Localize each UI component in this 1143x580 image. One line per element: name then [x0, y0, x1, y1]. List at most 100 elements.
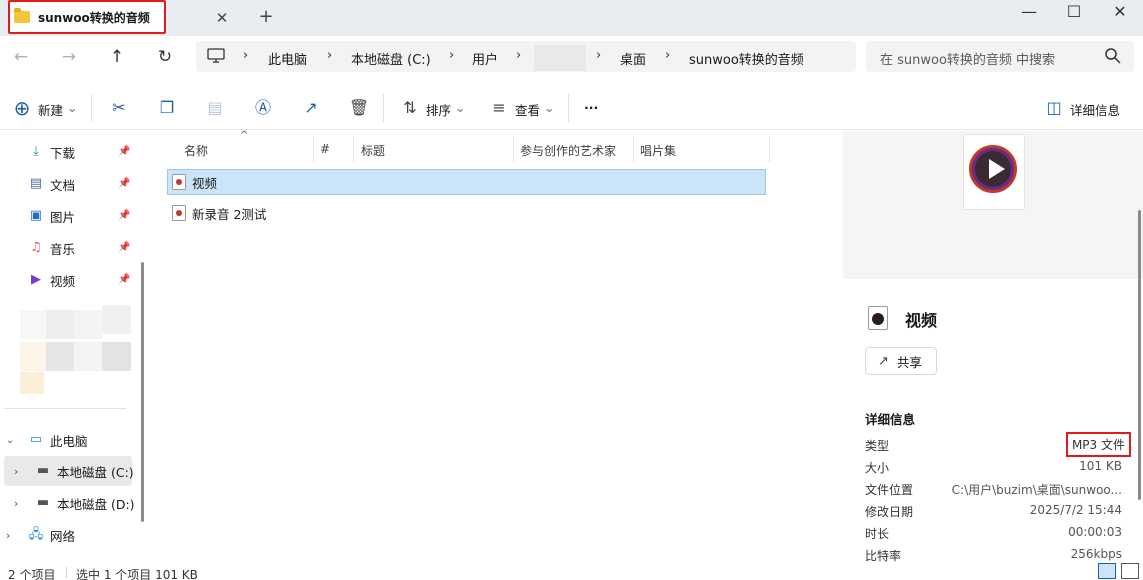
mp3-file-icon [172, 205, 186, 221]
chevron-right-icon[interactable]: › [6, 529, 10, 542]
status-selection: 选中 1 个项目 101 KB [76, 568, 198, 580]
chevron-right-icon: › [596, 48, 602, 63]
sidebar-item-network[interactable]: › 🖧 网络 [0, 520, 140, 550]
sidebar-item-label: 此电脑 [50, 433, 88, 449]
breadcrumb-current-folder[interactable]: sunwoo转换的音频 [689, 49, 804, 68]
sidebar-item-this-pc[interactable]: ⌄ ▭ 此电脑 [0, 425, 140, 455]
search-icon[interactable] [1104, 47, 1122, 65]
column-header-number[interactable]: # [320, 142, 330, 156]
sidebar-item-label: 下载 [50, 145, 76, 161]
sidebar-item-drive-c-row[interactable]: › ▬ 本地磁盘 (C:) [0, 456, 140, 486]
forward-button[interactable]: → [56, 46, 82, 68]
prop-value-size: 101 KB [1079, 459, 1122, 473]
drive-icon: ▬ [36, 495, 50, 510]
new-tab-button[interactable]: + [256, 7, 276, 27]
divider [66, 567, 67, 578]
tab-title: sunwoo转换的音频 [38, 10, 150, 25]
column-divider[interactable] [513, 136, 514, 162]
redacted-item [20, 342, 49, 371]
pin-icon[interactable]: 📌 [118, 210, 130, 221]
download-icon: ⤓ [33, 144, 39, 159]
paste-icon[interactable]: ▤ [204, 97, 226, 119]
prop-value-location[interactable]: C:\用户\buzim\桌面\sunwoo... [952, 481, 1122, 498]
view-button[interactable]: 查看 [515, 100, 540, 119]
sort-button[interactable]: 排序 [426, 100, 451, 119]
chevron-down-icon: ⌄ [67, 100, 78, 115]
file-name: 视频 [192, 175, 218, 191]
sort-icon[interactable]: ⇅ [399, 97, 421, 119]
chevron-down-icon[interactable]: ⌄ [6, 435, 14, 446]
back-button[interactable]: ← [8, 46, 34, 68]
redacted-username [534, 45, 586, 71]
sidebar-item-label: 本地磁盘 (D:) [57, 496, 135, 512]
details-pane-button[interactable]: 详细信息 [1070, 100, 1120, 119]
details-pane-icon[interactable]: ◫ [1043, 97, 1065, 119]
status-item-count: 2 个项目 [8, 568, 56, 580]
search-input[interactable]: 在 sunwoo转换的音频 中搜索 [880, 49, 1055, 68]
column-header-name[interactable]: 名称 [184, 142, 208, 159]
prop-label-size: 大小 [865, 461, 890, 475]
delete-icon[interactable]: 🗑 [348, 97, 370, 119]
chevron-right-icon[interactable]: › [14, 465, 18, 478]
more-options-button[interactable]: ··· [584, 100, 598, 115]
close-window-button[interactable]: ✕ [1097, 0, 1143, 32]
minimize-button[interactable]: — [1006, 0, 1052, 32]
new-button[interactable]: 新建 [38, 100, 63, 119]
details-section-title: 详细信息 [865, 412, 916, 427]
column-header-title[interactable]: 标题 [361, 142, 385, 159]
refresh-button[interactable]: ↻ [152, 46, 178, 68]
up-button[interactable]: ↑ [104, 46, 130, 68]
share-label: 共享 [896, 354, 922, 370]
rename-icon[interactable]: Ⓐ [252, 97, 274, 119]
details-file-name: 视频 [905, 311, 938, 330]
redacted-item [102, 305, 131, 334]
pin-icon[interactable]: 📌 [118, 274, 130, 285]
share-button[interactable]: ↗ 共享 [865, 347, 937, 375]
chevron-right-icon[interactable]: › [14, 497, 18, 510]
picture-icon: ▣ [29, 208, 43, 223]
title-bar [0, 0, 1143, 36]
sidebar-item-drive-d[interactable]: › ▬ 本地磁盘 (D:) [0, 488, 140, 518]
breadcrumb-desktop[interactable]: 桌面 [620, 49, 646, 68]
prop-label-modified: 修改日期 [865, 505, 914, 519]
media-play-icon [969, 145, 1017, 193]
share-icon[interactable]: ↗ [300, 97, 322, 119]
mp3-file-icon [172, 174, 186, 190]
copy-icon[interactable]: ❐ [156, 97, 178, 119]
breadcrumb-this-pc[interactable]: 此电脑 [268, 49, 307, 68]
view-icon[interactable]: ≡ [488, 97, 510, 119]
chevron-right-icon: › [665, 48, 671, 63]
column-header-album[interactable]: 唱片集 [640, 142, 676, 159]
details-scrollbar[interactable] [1138, 210, 1141, 500]
breadcrumb-users[interactable]: 用户 [472, 49, 498, 68]
column-divider[interactable] [353, 136, 354, 162]
table-row[interactable]: 新录音 2测试 [172, 202, 266, 224]
selected-row-highlight [167, 169, 766, 195]
computer-icon [207, 48, 225, 63]
sidebar-item-label: 本地磁盘 (C:) [57, 464, 134, 480]
column-divider[interactable] [313, 136, 314, 162]
column-header-artist[interactable]: 参与创作的艺术家 [520, 142, 616, 159]
pin-icon[interactable]: 📌 [118, 146, 130, 157]
tab-current-folder[interactable]: sunwoo转换的音频 [8, 0, 166, 34]
column-divider[interactable] [633, 136, 634, 162]
maximize-button[interactable]: ☐ [1051, 0, 1097, 32]
details-view-icon[interactable] [1098, 563, 1116, 579]
prop-label-duration: 时长 [865, 527, 890, 541]
tab-close-icon[interactable]: ✕ [212, 8, 232, 28]
plus-circle-icon[interactable]: ⊕ [11, 97, 33, 119]
breadcrumb-drive-c[interactable]: 本地磁盘 (C:) [351, 49, 431, 68]
sidebar-item-label: 网络 [50, 528, 76, 544]
pin-icon[interactable]: 📌 [118, 178, 130, 189]
redacted-item [74, 342, 103, 371]
sidebar-item-label: 音乐 [50, 241, 76, 257]
pin-icon[interactable]: 📌 [118, 242, 130, 253]
prop-label-location: 文件位置 [865, 483, 914, 497]
sidebar-scrollbar[interactable] [141, 262, 144, 522]
drive-icon: ▬ [36, 463, 50, 478]
redacted-item [20, 310, 49, 339]
table-row[interactable]: 视频 [172, 171, 217, 193]
tiles-view-icon[interactable] [1121, 563, 1139, 579]
column-divider[interactable] [769, 136, 770, 162]
cut-icon[interactable]: ✂ [108, 97, 130, 119]
